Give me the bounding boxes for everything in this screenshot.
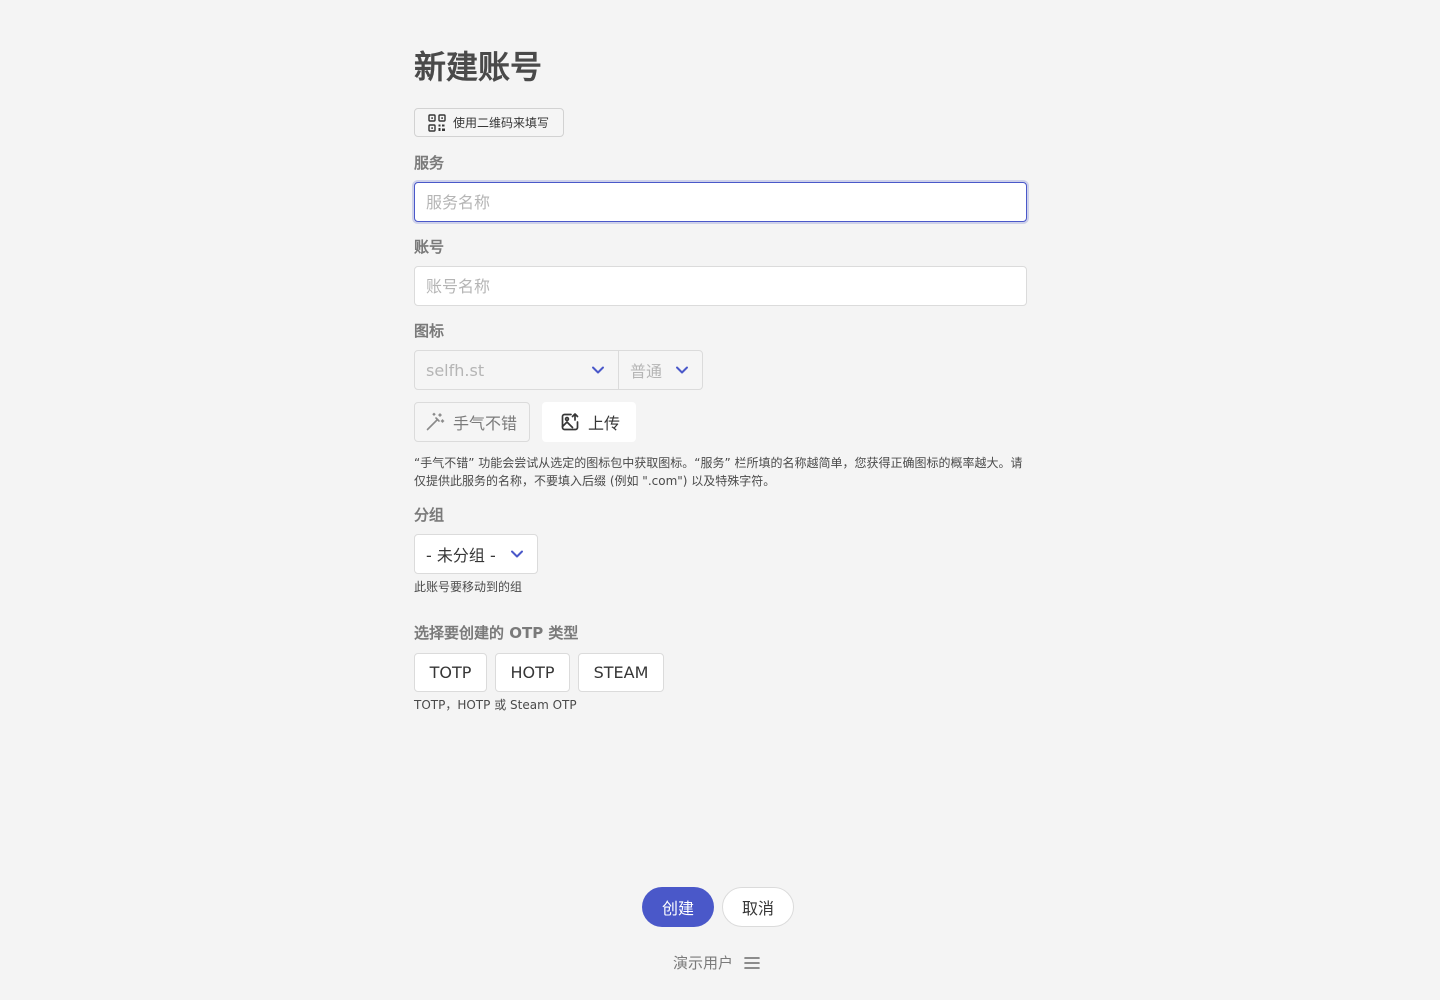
iconpack-select[interactable]: selfh.st <box>414 350 619 390</box>
icon-variant-select[interactable]: 普通 <box>618 350 703 390</box>
otp-type-help-text: TOTP，HOTP 或 Steam OTP <box>414 698 577 712</box>
im-feeling-lucky-label: 手气不错 <box>453 414 518 433</box>
service-label: 服务 <box>414 154 445 172</box>
otp-type-steam-button[interactable]: STEAM <box>578 653 664 692</box>
service-input[interactable] <box>414 182 1027 222</box>
icon-help-text: “手气不错” 功能会尝试从选定的图标包中获取图标。“服务” 栏所填的名称越简单，… <box>414 456 1023 488</box>
otp-type-label: 选择要创建的 OTP 类型 <box>414 624 579 642</box>
hamburger-menu-icon <box>744 956 760 969</box>
new-account-form: 新建账号 使用二维码来填写 服务 服务名称 账号 账号名称 图标 selfh.s… <box>414 44 1027 712</box>
magic-wand-icon <box>426 412 445 431</box>
otp-type-totp-button[interactable]: TOTP <box>414 653 487 692</box>
group-select[interactable]: - 未分组 - <box>414 534 538 574</box>
icon-variant-select-value: 普通 <box>630 362 663 381</box>
group-select-value: - 未分组 - <box>426 546 496 565</box>
create-button[interactable]: 创建 <box>642 887 714 927</box>
cancel-button[interactable]: 取消 <box>722 887 794 927</box>
user-name: 演示用户 <box>673 954 734 972</box>
group-label: 分组 <box>414 506 445 524</box>
image-upload-icon <box>561 413 579 431</box>
qr-code-icon <box>428 113 446 132</box>
chevron-down-icon <box>511 550 523 558</box>
im-feeling-lucky-button[interactable]: 手气不错 <box>414 402 530 442</box>
upload-label: 上传 <box>588 414 621 433</box>
chevron-down-icon <box>592 366 604 374</box>
upload-icon-button[interactable]: 上传 <box>542 402 636 442</box>
account-label: 账号 <box>414 238 445 256</box>
group-help-text: 此账号要移动到的组 <box>414 580 523 594</box>
account-input[interactable] <box>414 266 1027 306</box>
page: 新建账号 使用二维码来填写 服务 服务名称 账号 账号名称 图标 selfh.s… <box>0 0 1440 1000</box>
chevron-down-icon <box>676 366 688 374</box>
otp-type-hotp-button[interactable]: HOTP <box>495 653 570 692</box>
user-menu[interactable]: 演示用户 <box>673 952 761 973</box>
fill-with-qr-label: 使用二维码来填写 <box>453 116 550 130</box>
form-actions: 创建 取消 <box>642 887 794 927</box>
page-title: 新建账号 <box>414 48 543 86</box>
iconpack-select-value: selfh.st <box>426 360 485 380</box>
icon-label: 图标 <box>414 322 445 340</box>
fill-with-qr-button[interactable]: 使用二维码来填写 <box>414 108 564 137</box>
